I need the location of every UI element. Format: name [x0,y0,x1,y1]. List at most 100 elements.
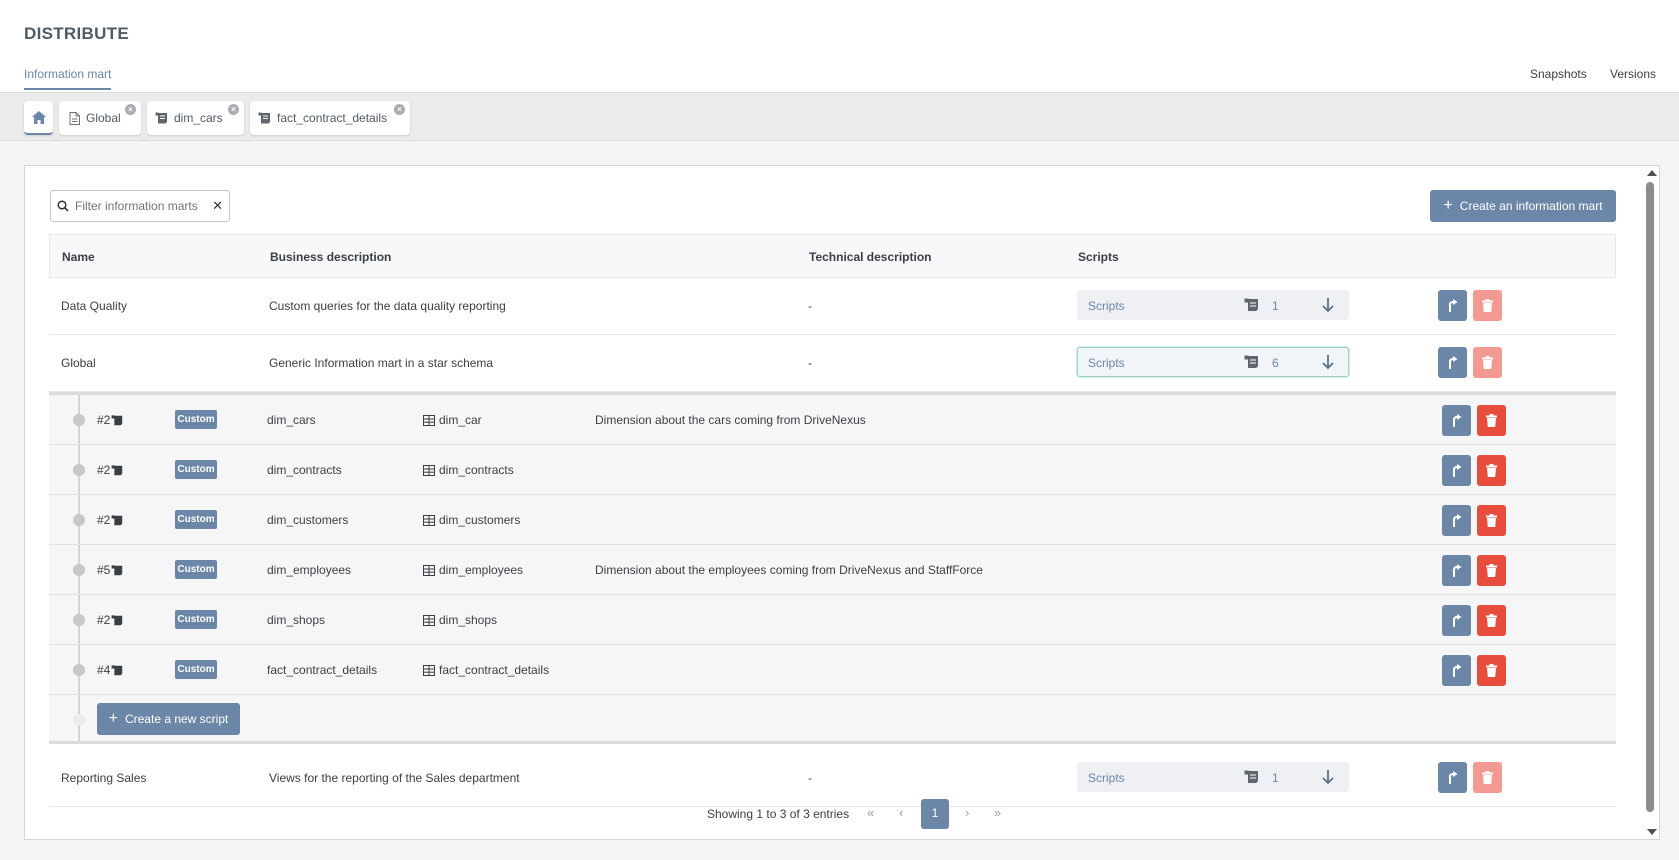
nav-tab-information-mart[interactable]: Information mart [24,67,112,90]
plus-icon: + [108,710,118,727]
script-name[interactable]: dim_shops [267,613,325,627]
move-icon [1448,355,1457,369]
script-icon [111,464,123,475]
table-header: Name Business description Technical desc… [49,234,1616,278]
script-name[interactable]: dim_employees [267,563,351,577]
close-icon[interactable]: × [394,104,405,115]
trash-icon [1482,356,1493,369]
delete-button[interactable] [1477,605,1506,636]
script-count: 1 [1272,299,1279,313]
next-page-button[interactable]: › [965,805,969,820]
script-row[interactable]: #2 Custom dim_shops dim_shops [49,595,1616,645]
tab-label: dim_cars [174,111,223,125]
custom-badge: Custom [175,410,217,429]
timeline-dot [73,714,85,726]
table-icon [423,564,435,576]
table-icon [423,614,435,626]
mart-technical-description: - [808,771,812,785]
script-number: #4 [97,663,124,677]
nav-versions[interactable]: Versions [1610,67,1656,81]
script-icon [111,514,123,525]
script-target: dim_employees [423,563,523,577]
move-button[interactable] [1442,405,1471,436]
delete-button[interactable] [1473,347,1502,378]
script-icon [111,614,123,625]
timeline-dot [73,514,85,526]
prev-page-button[interactable]: ‹ [899,805,903,820]
move-button[interactable] [1438,290,1467,321]
plus-icon: + [1443,197,1453,214]
dropdown-label: Scripts [1088,771,1125,785]
script-row[interactable]: #4 Custom fact_contract_details fact_con… [49,645,1616,695]
move-button[interactable] [1442,605,1471,636]
close-icon[interactable]: × [228,104,239,115]
information-mart-panel: ✕ + Create an information mart Name Busi… [24,165,1660,840]
page-1-button[interactable]: 1 [921,799,949,829]
timeline-dot [73,564,85,576]
column-name[interactable]: Name [62,250,95,264]
tab-fact-contract-details[interactable]: fact_contract_details × [250,101,410,135]
button-label: Create an information mart [1459,199,1603,213]
document-icon [67,111,81,125]
scroll-up-icon[interactable] [1647,170,1657,176]
delete-button[interactable] [1477,455,1506,486]
create-new-script-button[interactable]: + Create a new script [97,703,240,735]
move-button[interactable] [1442,505,1471,536]
filter-input[interactable] [75,199,200,213]
move-icon [1452,613,1461,627]
move-icon [1452,513,1461,527]
column-scripts[interactable]: Scripts [1078,250,1119,264]
script-icon [1244,355,1258,368]
delete-button[interactable] [1477,655,1506,686]
script-name[interactable]: dim_customers [267,513,348,527]
move-button[interactable] [1442,555,1471,586]
trash-icon [1486,514,1497,527]
delete-button[interactable] [1473,290,1502,321]
script-row[interactable]: #2 Custom dim_customers dim_customers [49,495,1616,545]
script-row[interactable]: #5 Custom dim_employees dim_employees Di… [49,545,1616,595]
close-icon[interactable]: × [125,104,136,115]
tab-global[interactable]: Global × [59,101,141,135]
script-icon [111,564,123,575]
column-business-description[interactable]: Business description [270,250,391,264]
tab-label: fact_contract_details [277,111,388,125]
tab-home[interactable] [24,101,53,135]
scrollbar-thumb[interactable] [1646,182,1654,812]
nav-snapshots[interactable]: Snapshots [1530,67,1587,81]
move-icon [1452,663,1461,677]
script-number: #2 [97,463,124,477]
scripts-dropdown[interactable]: Scripts 6 [1077,347,1349,377]
column-technical-description[interactable]: Technical description [809,250,931,264]
last-page-button[interactable]: » [994,805,1001,820]
move-button[interactable] [1438,347,1467,378]
move-button[interactable] [1438,762,1467,793]
script-row[interactable]: #2 Custom dim_contracts dim_contracts [49,445,1616,495]
custom-badge: Custom [175,610,217,629]
script-count: 1 [1272,771,1279,785]
scrollbar[interactable] [1644,166,1657,839]
open-tabs-bar: Global × dim_cars × fact_contract_detail… [0,93,1679,141]
first-page-button[interactable]: « [867,805,874,820]
script-row[interactable]: #2 Custom dim_cars dim_car Dimension abo… [49,395,1616,445]
trash-icon [1482,299,1493,312]
delete-button[interactable] [1473,762,1502,793]
delete-button[interactable] [1477,505,1506,536]
delete-button[interactable] [1477,405,1506,436]
script-name[interactable]: dim_cars [267,413,316,427]
move-button[interactable] [1442,455,1471,486]
move-button[interactable] [1442,655,1471,686]
scroll-down-icon[interactable] [1647,829,1657,835]
delete-button[interactable] [1477,555,1506,586]
create-script-row: + Create a new script [49,695,1616,741]
scripts-dropdown[interactable]: Scripts 1 [1077,762,1349,792]
scripts-dropdown[interactable]: Scripts 1 [1077,290,1349,320]
script-name[interactable]: fact_contract_details [267,663,377,677]
clear-filter-icon[interactable]: ✕ [212,198,223,214]
timeline-dot [73,464,85,476]
table-icon [423,414,435,426]
app-header: DISTRIBUTE Information mart Snapshots Ve… [0,0,1679,93]
tab-dim-cars[interactable]: dim_cars × [147,101,244,135]
script-name[interactable]: dim_contracts [267,463,342,477]
create-information-mart-button[interactable]: + Create an information mart [1430,190,1616,222]
mart-technical-description: - [808,299,812,313]
